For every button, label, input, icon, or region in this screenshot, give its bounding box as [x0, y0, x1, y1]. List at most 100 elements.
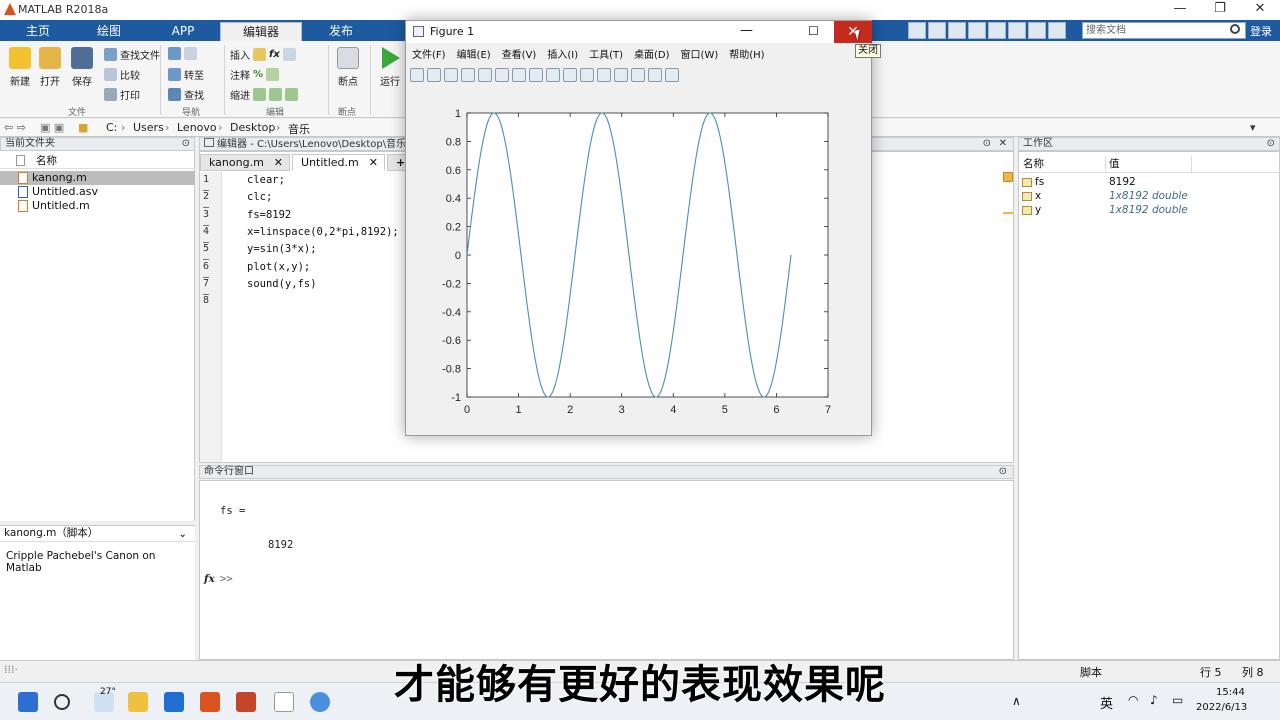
tab-apps[interactable]: APP: [150, 22, 216, 41]
workspace-column-header[interactable]: 名称 值: [1019, 156, 1280, 173]
restore-button[interactable]: ❐: [1200, 0, 1240, 20]
zoom-in-icon[interactable]: [495, 68, 509, 82]
data-cursor-icon[interactable]: [563, 68, 577, 82]
select-arrow-icon[interactable]: [478, 68, 492, 82]
menu-file[interactable]: 文件(F): [412, 46, 446, 62]
wifi-icon[interactable]: ◠: [1128, 693, 1138, 707]
print-icon[interactable]: [461, 68, 475, 82]
breadcrumb-c[interactable]: C:: [106, 121, 117, 134]
tab-plots[interactable]: 绘图: [76, 22, 142, 41]
warning-marker[interactable]: [1003, 212, 1013, 214]
find-files-button[interactable]: 查找文件: [104, 47, 160, 62]
volume-icon[interactable]: ♪: [1150, 693, 1158, 707]
editor-tab-untitled[interactable]: Untitled.m ✕: [292, 154, 385, 171]
close-icon[interactable]: ✕: [999, 138, 1007, 150]
warning-indicator-icon[interactable]: [1003, 172, 1013, 182]
panel-menu-icon[interactable]: ⊙: [983, 138, 991, 150]
search-icon[interactable]: [1230, 24, 1240, 34]
colorbar-icon[interactable]: [614, 68, 628, 82]
file-kanong-m[interactable]: kanong.m: [0, 171, 195, 185]
browser-icon[interactable]: [164, 692, 184, 712]
indent-button[interactable]: 缩进: [230, 87, 298, 102]
clock-date[interactable]: 2022/6/13: [1196, 702, 1247, 713]
tab-publish[interactable]: 发布: [308, 22, 374, 41]
save-button[interactable]: 保存: [66, 47, 98, 88]
menu-insert[interactable]: 插入(I): [547, 46, 578, 62]
chevron-down-icon[interactable]: ⌄: [178, 527, 187, 542]
minimize-button[interactable]: —: [1160, 0, 1200, 20]
undo-icon[interactable]: [988, 22, 1006, 39]
menu-desktop[interactable]: 桌面(D): [634, 46, 670, 62]
breadcrumb-users[interactable]: Users: [133, 121, 164, 134]
details-header[interactable]: kanong.m（脚本） ⌄: [0, 526, 195, 542]
breadcrumb-music[interactable]: 音乐: [288, 121, 310, 137]
pan-hand-icon[interactable]: [529, 68, 543, 82]
open-button[interactable]: 打开: [34, 47, 66, 88]
close-button[interactable]: ✕: [1240, 0, 1280, 20]
file-untitled-asv[interactable]: Untitled.asv: [0, 185, 195, 199]
menu-view[interactable]: 查看(V): [502, 46, 537, 62]
tab-editor[interactable]: 编辑器: [220, 22, 302, 41]
link-plot-icon[interactable]: [597, 68, 611, 82]
save-figure-icon[interactable]: [444, 68, 458, 82]
menu-window[interactable]: 窗口(W): [681, 46, 719, 62]
panel-menu-icon[interactable]: ⊙: [1267, 138, 1275, 150]
input-language[interactable]: 英: [1100, 693, 1113, 712]
code-line[interactable]: plot(x,y);: [247, 261, 310, 273]
workspace-var-fs[interactable]: fs 8192: [1019, 176, 1280, 189]
file-untitled-m[interactable]: Untitled.m: [0, 199, 195, 213]
code-line[interactable]: y=sin(3*x);: [247, 243, 317, 255]
battery-icon[interactable]: ▭: [1172, 693, 1183, 707]
line-number[interactable]: 8: [203, 295, 209, 306]
save-icon[interactable]: [908, 22, 926, 39]
fx-icon[interactable]: fx: [269, 49, 280, 60]
chevron-up-icon[interactable]: ∧: [1012, 694, 1021, 708]
menu-help[interactable]: 帮助(H): [729, 46, 764, 62]
file-explorer-icon[interactable]: [128, 692, 148, 712]
clock-time[interactable]: 15:44: [1216, 687, 1245, 698]
help-icon[interactable]: [1048, 22, 1066, 39]
close-icon[interactable]: ✕: [274, 155, 283, 170]
column-header[interactable]: 名称: [0, 153, 195, 169]
show-plot-tools-icon[interactable]: [665, 68, 679, 82]
line-chart[interactable]: 0 1 2 3 4 5 6 7 1 0.8 0.6 0.4 0.2 0 -0.2 -0.4 -0.6 -0.8 -1: [406, 87, 871, 435]
maximize-button[interactable]: ☐: [808, 24, 819, 38]
address-dropdown-icon[interactable]: ▾: [1250, 121, 1256, 134]
start-icon[interactable]: [18, 692, 38, 712]
open-file-icon[interactable]: [427, 68, 441, 82]
compare-button[interactable]: 比较: [104, 67, 140, 82]
code-line[interactable]: clear;: [247, 174, 285, 186]
figure-close-button[interactable]: ✕: [834, 21, 872, 43]
notepad-icon[interactable]: [274, 692, 294, 712]
menu-edit[interactable]: 编辑(E): [457, 46, 491, 62]
run-button[interactable]: 运行: [374, 47, 406, 88]
code-line[interactable]: sound(y,fs): [247, 278, 317, 290]
back-arrow-icon[interactable]: ⇦ ⇨: [4, 121, 26, 134]
new-button[interactable]: 新建: [4, 47, 36, 88]
panel-menu-icon[interactable]: ⊙: [999, 466, 1007, 478]
login-link[interactable]: 登录: [1250, 23, 1272, 39]
cut-icon[interactable]: [928, 22, 946, 39]
new-figure-icon[interactable]: [410, 68, 424, 82]
rotate-3d-icon[interactable]: [546, 68, 560, 82]
code-line[interactable]: x=linspace(0,2*pi,8192);: [247, 226, 399, 238]
breakpoints-button[interactable]: 断点: [332, 47, 364, 88]
code-line[interactable]: clc;: [247, 191, 272, 203]
close-icon[interactable]: ✕: [369, 155, 378, 170]
paste-icon[interactable]: [968, 22, 986, 39]
insert-button[interactable]: 插入 fx: [230, 47, 296, 62]
brush-icon[interactable]: [580, 68, 594, 82]
minimize-button[interactable]: —: [740, 23, 753, 38]
workspace-var-y[interactable]: y 1x8192 double: [1019, 204, 1280, 217]
breadcrumb-desktop[interactable]: Desktop: [230, 121, 275, 134]
goto-button[interactable]: 转至: [168, 67, 204, 82]
hide-plot-tools-icon[interactable]: [648, 68, 662, 82]
breadcrumb-lenovo[interactable]: Lenovo: [177, 121, 217, 134]
powerpoint-icon[interactable]: [236, 692, 256, 712]
folder-up-icon[interactable]: ▣ ▣: [40, 121, 64, 134]
tab-home[interactable]: 主页: [8, 22, 68, 41]
panel-menu-icon[interactable]: ⊙: [182, 138, 190, 150]
search-icon[interactable]: [54, 694, 70, 710]
menu-tools[interactable]: 工具(T): [589, 46, 623, 62]
find-button[interactable]: 查找: [168, 87, 204, 102]
